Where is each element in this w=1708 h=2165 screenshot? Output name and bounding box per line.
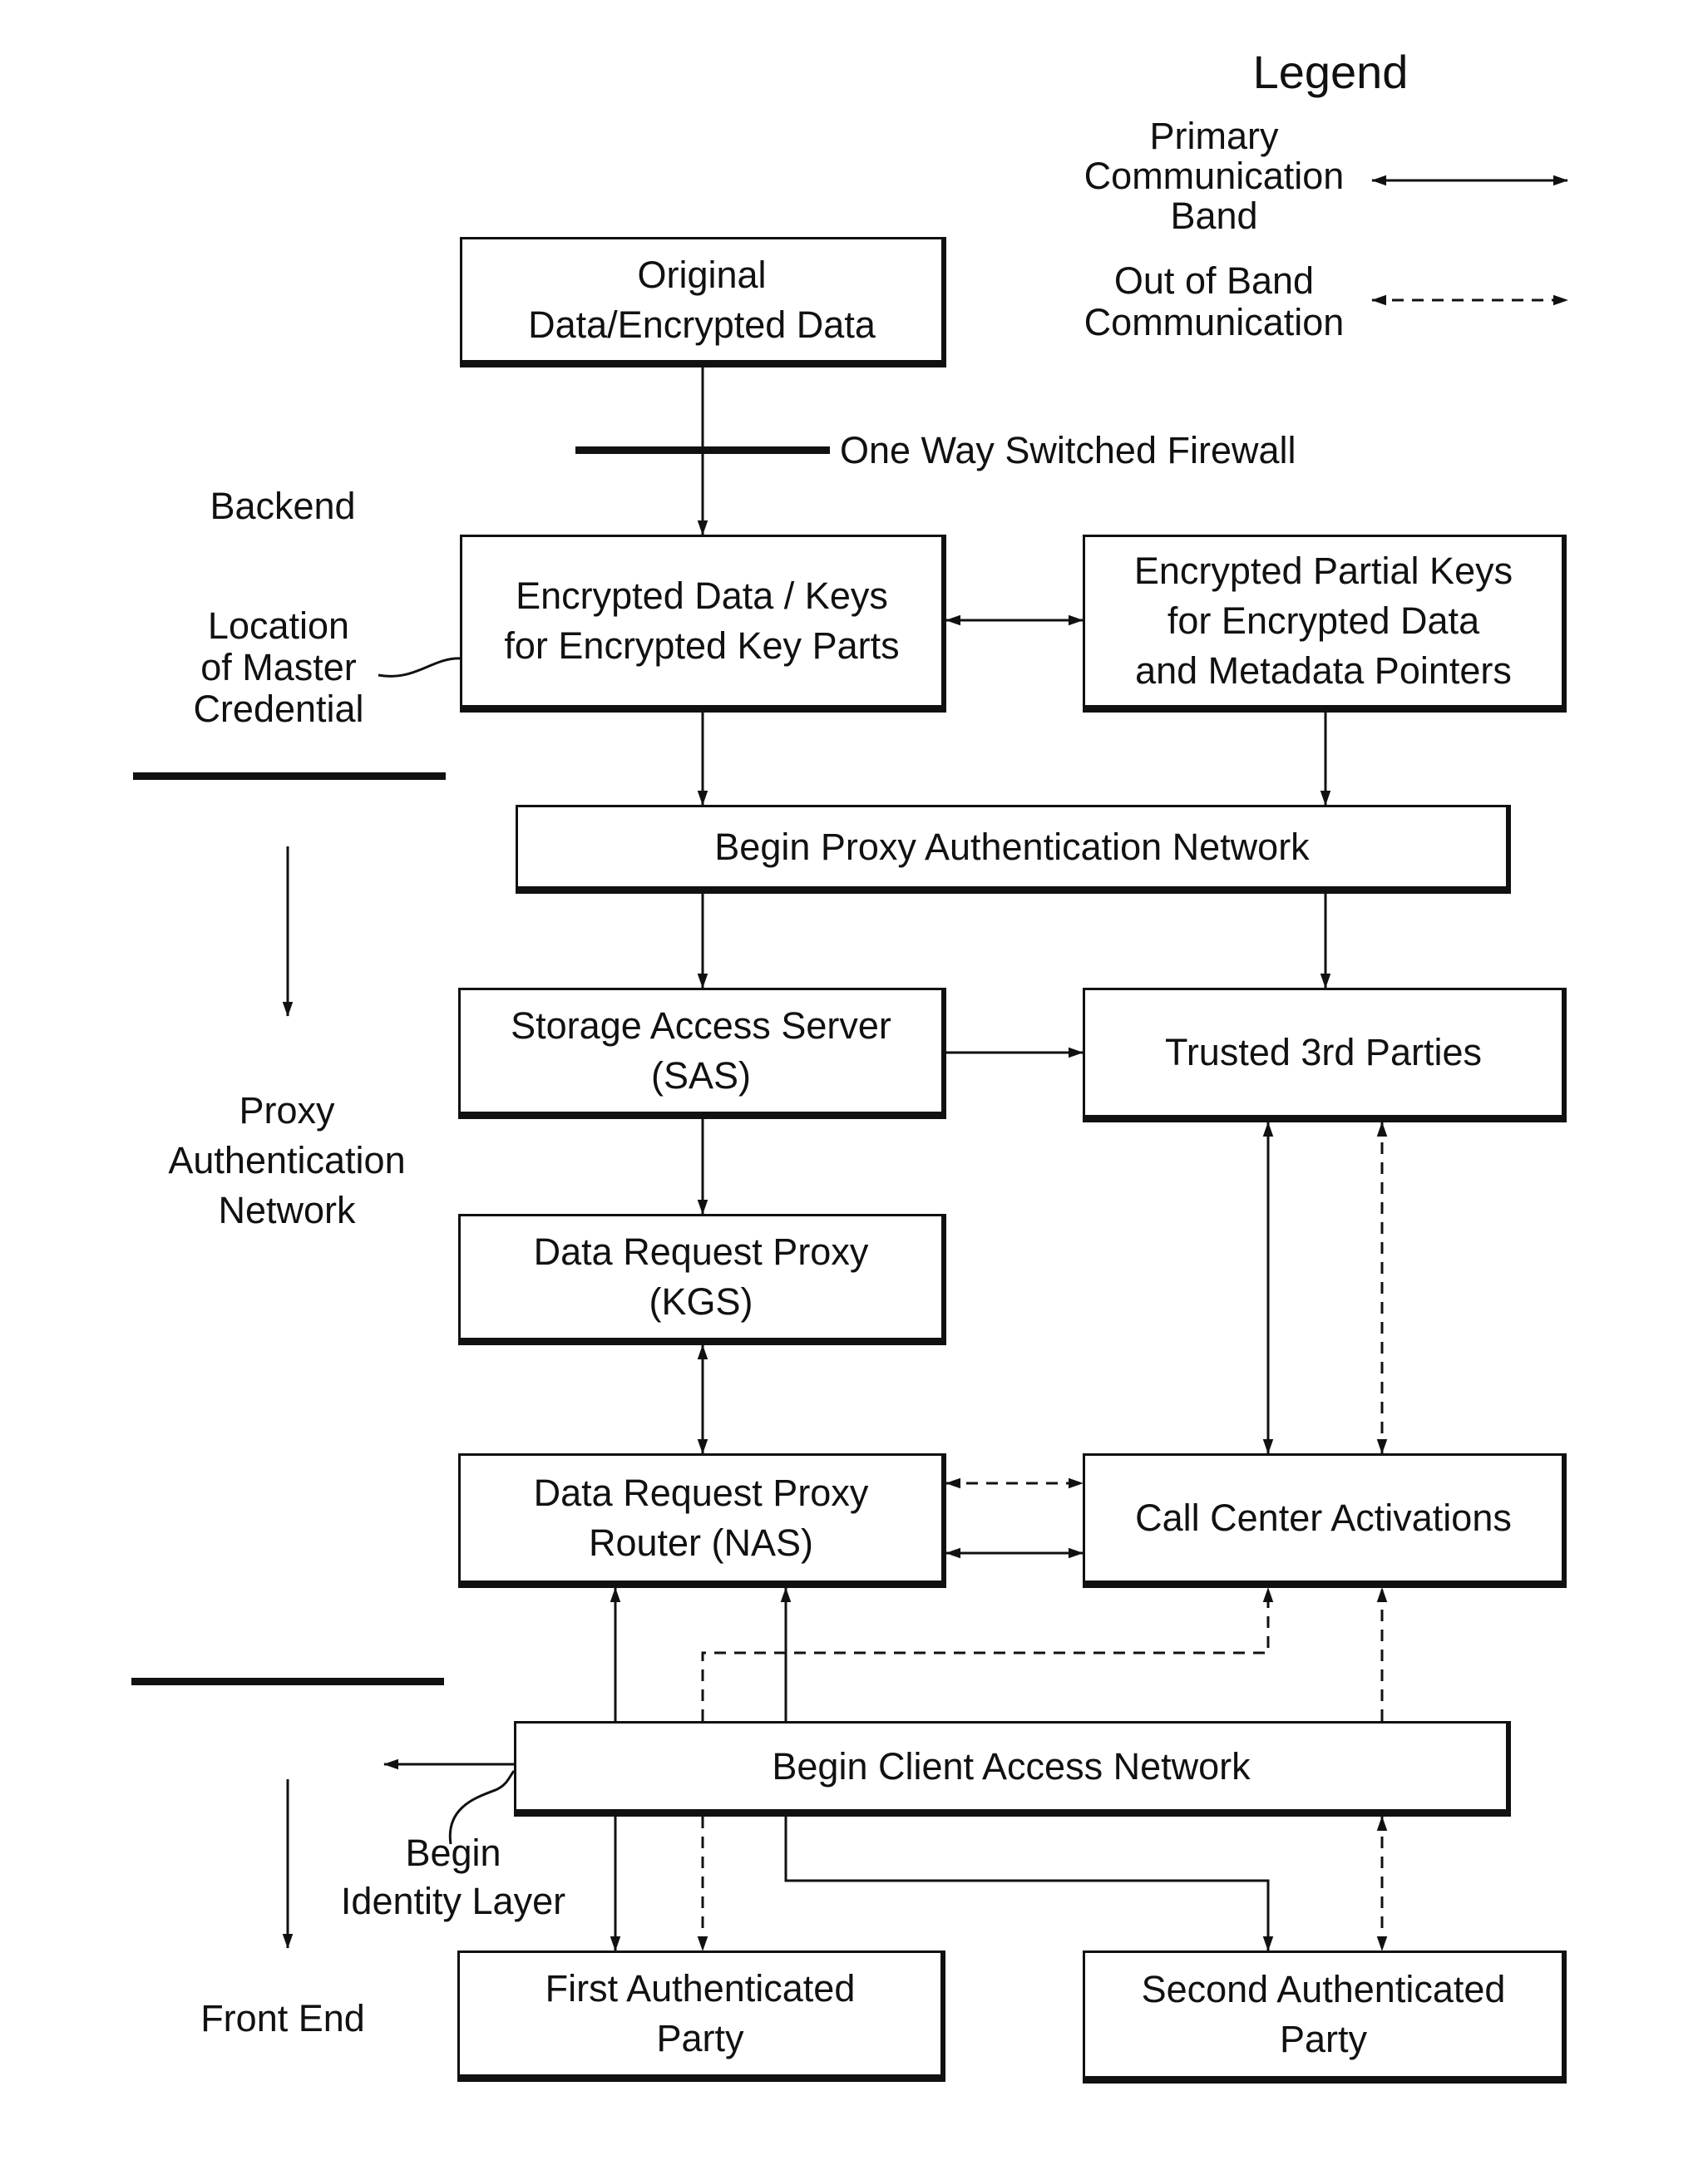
firewall-label: One Way Switched Firewall (840, 429, 1296, 471)
box-line: Data Request Proxy (533, 1230, 869, 1273)
proxy-network-line: Proxy (239, 1089, 335, 1132)
partial-keys-box: Encrypted Partial Keys for Encrypted Data… (1083, 535, 1567, 713)
sas-box: Storage Access Server (SAS) (458, 988, 946, 1119)
box-line: Data Request Proxy (533, 1472, 869, 1514)
encrypted-keys-box: Encrypted Data / Keys for Encrypted Key P… (460, 535, 946, 713)
box-line: Trusted 3rd Parties (1165, 1031, 1482, 1073)
backend-label: Backend (210, 485, 356, 527)
trusted-parties-box: Trusted 3rd Parties (1083, 988, 1567, 1122)
master-credential-label: Location of Master Credential (150, 605, 407, 730)
nas-box: Data Request Proxy Router (NAS) (458, 1453, 946, 1588)
legend-primary-line: Band (1170, 195, 1258, 237)
box-line: Second Authenticated (1141, 1968, 1506, 2010)
identity-layer-label: Begin Identity Layer (316, 1829, 590, 1926)
arrow-client-to-second (784, 1817, 1274, 1951)
frontend-divider (131, 1678, 444, 1685)
box-line: First Authenticated (545, 1967, 856, 2010)
original-data-box: Original Data/Encrypted Data (460, 237, 946, 367)
box-line: Call Center Activations (1135, 1497, 1512, 1539)
box-line: Encrypted Partial Keys (1133, 550, 1513, 592)
box-line: (SAS) (650, 1054, 751, 1097)
box-line: for Encrypted Key Parts (504, 624, 900, 667)
legend-oob-label: Out of Band Communication (1048, 260, 1380, 343)
legend-primary-line: Primary (1149, 115, 1279, 157)
legend-title: Legend (1252, 46, 1409, 98)
front-end-label: Front End (200, 1997, 365, 2039)
box-line: and Metadata Pointers (1135, 649, 1512, 692)
legend-oob-line: Out of Band (1113, 259, 1315, 302)
box-line: for Encrypted Data (1167, 599, 1480, 642)
call-center-box: Call Center Activations (1083, 1453, 1567, 1588)
proxy-network-label: Proxy Authentication Network (133, 1086, 441, 1235)
firewall-bar (575, 446, 830, 454)
box-line: Party (656, 2017, 744, 2059)
master-credential-line: Credential (193, 688, 364, 730)
second-party-box: Second Authenticated Party (1083, 1950, 1567, 2084)
proxy-network-line: Authentication (168, 1139, 406, 1181)
proxy-network-line: Network (218, 1189, 356, 1231)
arrow-client-to-callcenter-oob (701, 1587, 1274, 1721)
begin-client-network-box: Begin Client Access Network (514, 1721, 1511, 1817)
box-line: Party (1279, 2018, 1367, 2060)
master-credential-line: of Master (200, 646, 357, 688)
legend-oob-line: Communication (1084, 301, 1345, 343)
legend-primary-label: Primary Communication Band (1048, 116, 1380, 236)
box-line: Data/Encrypted Data (528, 303, 876, 346)
box-line: Encrypted Data / Keys (516, 575, 888, 617)
backend-divider (133, 772, 446, 780)
identity-layer-line: Identity Layer (340, 1880, 566, 1922)
box-line: Router (NAS) (588, 1521, 814, 1564)
box-line: (KGS) (649, 1280, 753, 1323)
begin-proxy-network-box: Begin Proxy Authentication Network (516, 805, 1511, 894)
box-line: Begin Client Access Network (772, 1744, 1251, 1788)
kgs-box: Data Request Proxy (KGS) (458, 1214, 946, 1345)
box-line: Original (637, 253, 767, 296)
first-party-box: First Authenticated Party (457, 1950, 945, 2082)
identity-layer-line: Begin (405, 1832, 501, 1874)
box-line: Begin Proxy Authentication Network (714, 825, 1310, 868)
legend-primary-line: Communication (1084, 155, 1345, 197)
box-line: Storage Access Server (511, 1004, 891, 1047)
master-credential-line: Location (207, 604, 350, 647)
